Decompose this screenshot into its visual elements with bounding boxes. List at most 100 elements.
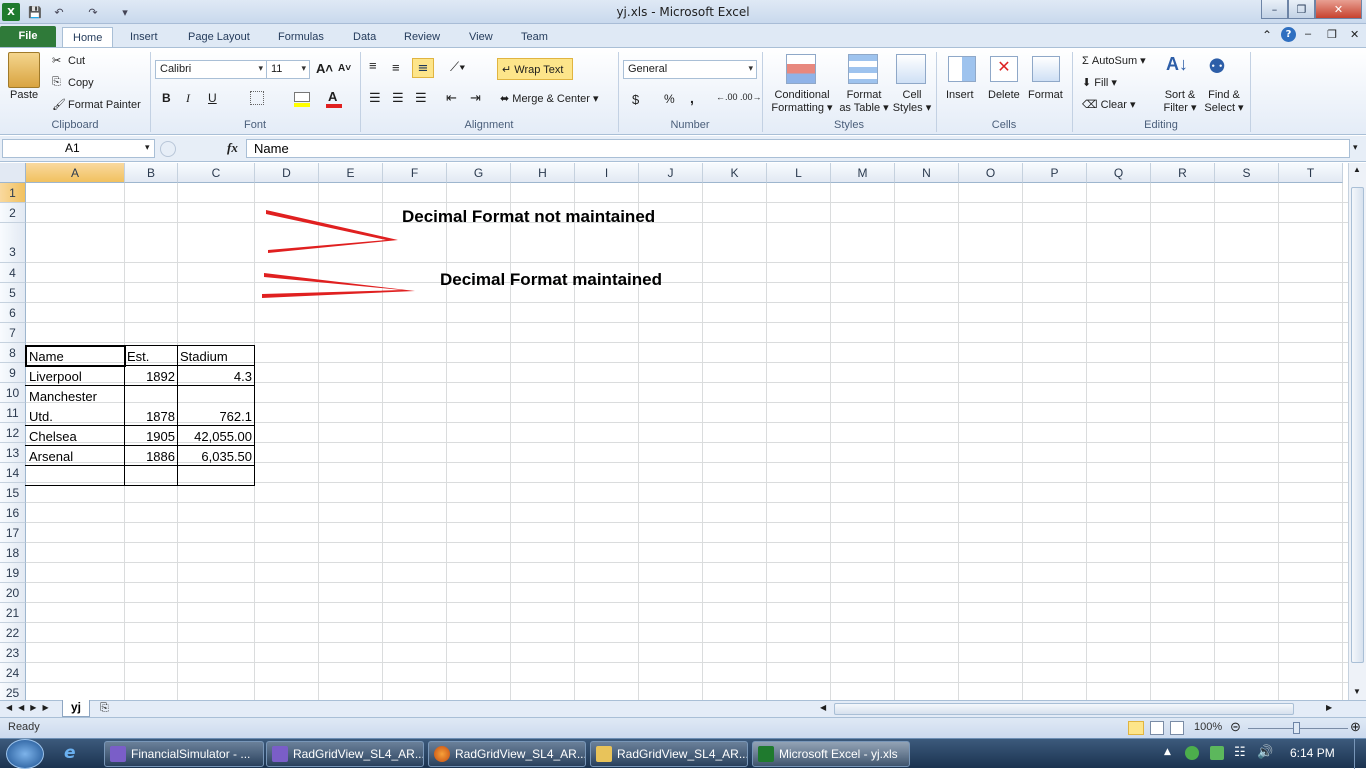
fill-color-icon[interactable] xyxy=(294,92,310,102)
worksheet-grid[interactable]: ABCDEFGHIJKLMNOPQRST 1 2 3 4 5 6 7 8 9 10 11 12 13 14… xyxy=(0,163,1348,700)
delete-cells-button[interactable]: Delete xyxy=(988,89,1020,101)
paste-icon[interactable] xyxy=(8,52,40,88)
name-box[interactable]: A1 xyxy=(2,139,155,158)
format-cells-button[interactable]: Format xyxy=(1028,89,1063,101)
tab-file[interactable]: File xyxy=(0,26,56,48)
tab-team[interactable]: Team xyxy=(511,27,558,48)
autosum-button[interactable]: Σ AutoSum ▾ xyxy=(1082,54,1146,67)
comma-button[interactable]: , xyxy=(690,90,694,106)
decrease-decimal-icon[interactable]: .00→ xyxy=(740,92,762,102)
zoom-slider-thumb[interactable] xyxy=(1293,722,1300,734)
clock[interactable]: 6:14 PM xyxy=(1290,746,1335,760)
cut-icon[interactable]: ✂ xyxy=(52,54,61,67)
find-select-icon[interactable]: ⚉ xyxy=(1208,54,1226,79)
taskbar-item-radgridview-1[interactable]: RadGridView_SL4_AR... xyxy=(266,741,424,767)
security-icon[interactable] xyxy=(1185,746,1199,760)
cell-styles-icon[interactable] xyxy=(896,54,926,84)
tab-data[interactable]: Data xyxy=(343,27,386,48)
minimize-button[interactable]: – xyxy=(1261,0,1288,19)
name-box-dropdown-icon[interactable]: ▾ xyxy=(145,142,150,153)
taskbar-item-excel[interactable]: Microsoft Excel - yj.xls xyxy=(752,741,910,767)
insert-function-button[interactable]: fx xyxy=(227,140,238,156)
align-middle-icon[interactable]: ≡ xyxy=(392,60,400,75)
workbook-minimize-button[interactable]: – xyxy=(1305,28,1311,40)
workbook-close-button[interactable]: ✕ xyxy=(1350,28,1359,41)
borders-icon[interactable] xyxy=(250,91,264,105)
delete-cells-icon[interactable]: ✕ xyxy=(990,56,1018,82)
align-bottom-icon[interactable]: ≡ xyxy=(412,58,434,78)
decrease-indent-icon[interactable]: ⇤ xyxy=(446,90,457,106)
paste-label[interactable]: Paste xyxy=(10,89,38,101)
show-hidden-icons-icon[interactable]: ▲ xyxy=(1164,747,1171,757)
zoom-in-icon[interactable]: ⊕ xyxy=(1350,719,1361,735)
fill-button[interactable]: ⬇ Fill ▾ xyxy=(1082,76,1117,89)
align-right-icon[interactable]: ☰ xyxy=(415,90,427,106)
taskbar-item-radgridview-3[interactable]: RadGridView_SL4_AR... xyxy=(590,741,748,767)
horizontal-scroll-thumb[interactable] xyxy=(834,703,1294,715)
format-painter-button[interactable]: Format Painter xyxy=(68,99,141,111)
scroll-left-icon[interactable]: ◀ xyxy=(820,703,826,712)
scroll-up-icon[interactable]: ▲ xyxy=(1353,165,1361,174)
maximize-button[interactable]: ❐ xyxy=(1288,0,1315,19)
vertical-scroll-thumb[interactable] xyxy=(1351,187,1364,663)
tab-home[interactable]: Home xyxy=(62,27,114,48)
insert-cells-button[interactable]: Insert xyxy=(946,89,974,101)
number-format-select[interactable]: General xyxy=(623,60,757,79)
tab-view[interactable]: View xyxy=(459,27,503,48)
grow-font-icon[interactable]: A˄ xyxy=(316,61,333,76)
expand-formula-bar-icon[interactable]: ▾ xyxy=(1353,142,1358,153)
formula-input[interactable]: Name xyxy=(246,139,1350,158)
cell-styles-button[interactable]: Cell Styles ▾ xyxy=(892,89,932,115)
bold-button[interactable]: B xyxy=(162,91,171,105)
show-desktop-button[interactable] xyxy=(1354,739,1366,769)
zoom-level[interactable]: 100% xyxy=(1194,721,1222,733)
format-cells-icon[interactable] xyxy=(1032,56,1060,82)
taskbar-item-radgridview-2[interactable]: RadGridView_SL4_AR... xyxy=(428,741,586,767)
align-center-icon[interactable]: ☰ xyxy=(392,90,404,106)
start-button[interactable] xyxy=(6,739,44,769)
normal-view-icon[interactable] xyxy=(1128,721,1144,735)
internet-explorer-icon[interactable]: e xyxy=(64,743,76,763)
tab-formulas[interactable]: Formulas xyxy=(268,27,334,48)
orientation-icon[interactable]: ⟋▾ xyxy=(450,59,465,75)
merge-center-button[interactable]: ⬌ Merge & Center ▾ xyxy=(500,92,599,105)
copy-icon[interactable]: ⎘ xyxy=(52,76,61,89)
font-name-select[interactable]: Calibri xyxy=(155,60,267,79)
page-break-view-icon[interactable] xyxy=(1170,721,1184,735)
format-as-table-button[interactable]: Format as Table ▾ xyxy=(838,89,890,115)
sort-filter-button[interactable]: Sort & Filter ▾ xyxy=(1160,89,1200,115)
scroll-right-icon[interactable]: ▶ xyxy=(1326,703,1332,712)
conditional-formatting-button[interactable]: Conditional Formatting ▾ xyxy=(770,89,834,115)
align-top-icon[interactable]: ≡ xyxy=(369,58,377,73)
sheet-navigation-icon[interactable]: ◀◀▶▶ xyxy=(6,703,55,712)
action-center-icon[interactable] xyxy=(1210,746,1224,760)
currency-button[interactable]: $ xyxy=(632,92,639,107)
underline-button[interactable]: U xyxy=(208,91,217,105)
increase-indent-icon[interactable]: ⇥ xyxy=(470,90,481,106)
copy-button[interactable]: Copy xyxy=(68,77,94,89)
find-select-button[interactable]: Find & Select ▾ xyxy=(1202,89,1246,115)
close-button[interactable]: ✕ xyxy=(1315,0,1362,19)
increase-decimal-icon[interactable]: ←.00 xyxy=(716,92,738,102)
align-left-icon[interactable]: ☰ xyxy=(369,90,381,106)
sort-filter-icon[interactable]: A↓ xyxy=(1166,54,1188,75)
help-icon[interactable]: ? xyxy=(1281,27,1296,42)
percent-button[interactable]: % xyxy=(664,92,675,106)
scroll-down-icon[interactable]: ▼ xyxy=(1353,687,1361,696)
taskbar-item-financialsimulator[interactable]: FinancialSimulator - ... xyxy=(104,741,264,767)
conditional-formatting-icon[interactable] xyxy=(786,54,816,84)
insert-sheet-icon[interactable]: ⎘ xyxy=(100,702,109,715)
format-painter-icon[interactable]: 🖌 xyxy=(52,98,66,111)
zoom-out-icon[interactable]: ⊝ xyxy=(1230,719,1241,735)
shrink-font-icon[interactable]: A˅ xyxy=(338,63,351,74)
cut-button[interactable]: Cut xyxy=(68,55,85,67)
page-layout-view-icon[interactable] xyxy=(1150,721,1164,735)
volume-icon[interactable]: 🔊 xyxy=(1257,745,1273,760)
vertical-scrollbar[interactable]: ▲ ▼ xyxy=(1348,163,1366,700)
insert-cells-icon[interactable] xyxy=(948,56,976,82)
format-as-table-icon[interactable] xyxy=(848,54,878,84)
tab-review[interactable]: Review xyxy=(394,27,450,48)
italic-button[interactable]: I xyxy=(186,91,190,106)
tab-page-layout[interactable]: Page Layout xyxy=(178,27,260,48)
clear-button[interactable]: ⌫ Clear ▾ xyxy=(1082,98,1136,111)
